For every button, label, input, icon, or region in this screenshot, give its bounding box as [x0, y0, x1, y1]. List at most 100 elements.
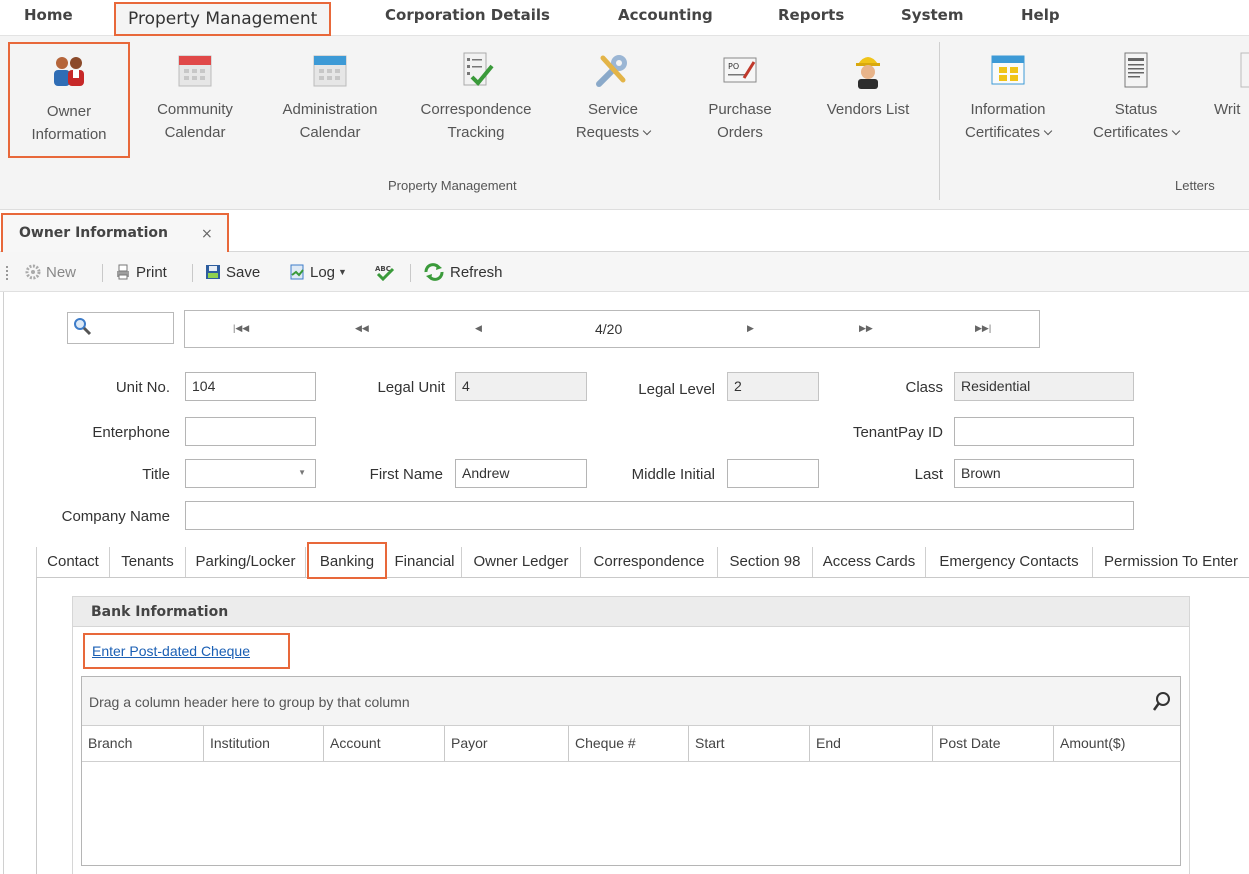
unit-no-field[interactable]: 104	[185, 372, 316, 401]
tab-parking-locker[interactable]: Parking/Locker	[186, 547, 306, 577]
tab-contact[interactable]: Contact	[36, 547, 110, 577]
menu-tab-system[interactable]: System	[901, 6, 963, 28]
menu-tab-property-management[interactable]: Property Management	[114, 2, 332, 36]
next-page-icon[interactable]: ▶▶	[859, 323, 873, 334]
spell-check-icon: ABC	[375, 265, 395, 281]
column-header-end[interactable]: End	[809, 726, 932, 761]
dropdown-arrow-icon: ▼	[338, 267, 347, 277]
save-button[interactable]: Save	[204, 262, 260, 282]
column-header-amount[interactable]: Amount($)	[1053, 726, 1180, 761]
middle-initial-label: Middle Initial	[631, 466, 715, 483]
company-name-label: Company Name	[61, 508, 170, 525]
new-button[interactable]: New	[24, 262, 76, 282]
log-icon	[290, 264, 304, 280]
previous-page-icon[interactable]: ◀◀	[355, 323, 369, 334]
correspondence-tracking-button[interactable]: Correspondence Tracking	[406, 42, 546, 158]
information-certificates-button[interactable]: Information Certificates	[952, 42, 1064, 158]
refresh-icon	[424, 263, 444, 281]
tab-tenants[interactable]: Tenants	[110, 547, 186, 577]
tab-emergency-contacts[interactable]: Emergency Contacts	[926, 547, 1093, 577]
document-tab-owner-information[interactable]: Owner Information ×	[1, 213, 229, 252]
tools-icon	[596, 55, 627, 87]
chevron-down-icon	[1043, 126, 1053, 136]
tab-section-98[interactable]: Section 98	[718, 547, 813, 577]
class-field: Residential	[954, 372, 1134, 401]
close-icon[interactable]: ×	[201, 226, 213, 242]
grid-body-empty[interactable]	[82, 763, 1180, 865]
svg-text:PO: PO	[728, 62, 739, 71]
spell-check-button[interactable]: ABC	[374, 262, 400, 282]
previous-record-icon[interactable]: ◀	[475, 323, 482, 334]
menu-tab-accounting[interactable]: Accounting	[618, 6, 713, 28]
toolbar: New Print Save Log ▼ ABC Refresh	[0, 252, 1249, 292]
enterphone-field[interactable]	[185, 417, 316, 446]
first-name-field[interactable]: Andrew	[455, 459, 587, 488]
last-name-label: Last	[914, 466, 943, 483]
column-header-start[interactable]: Start	[688, 726, 809, 761]
chevron-down-icon	[1171, 126, 1181, 136]
first-record-icon[interactable]: |◀◀	[233, 323, 249, 334]
unit-no-label: Unit No.	[115, 379, 170, 396]
legal-level-label: Legal Level	[638, 381, 715, 398]
tenantpay-id-field[interactable]	[954, 417, 1134, 446]
menu-bar: Home Property Management Corporation Det…	[0, 0, 1249, 36]
menu-tab-reports[interactable]: Reports	[778, 6, 844, 28]
ribbon-group-letters: Letters	[1175, 178, 1215, 193]
next-record-icon[interactable]: ▶	[747, 323, 754, 334]
tab-permission-to-enter[interactable]: Permission To Enter	[1093, 547, 1249, 577]
log-button[interactable]: Log ▼	[288, 262, 347, 282]
worker-icon	[856, 57, 880, 89]
column-header-post-date[interactable]: Post Date	[932, 726, 1053, 761]
class-label: Class	[905, 379, 943, 396]
purchase-orders-button[interactable]: PO Purchase Orders	[690, 42, 790, 158]
tab-owner-ledger[interactable]: Owner Ledger	[462, 547, 581, 577]
vendors-list-button[interactable]: Vendors List	[810, 42, 926, 158]
last-record-icon[interactable]: ▶▶|	[975, 323, 991, 334]
middle-initial-field[interactable]	[727, 459, 819, 488]
column-header-institution[interactable]: Institution	[203, 726, 323, 761]
checklist-icon	[463, 52, 494, 86]
tab-correspondence[interactable]: Correspondence	[581, 547, 718, 577]
enterphone-label: Enterphone	[92, 424, 170, 441]
column-header-account[interactable]: Account	[323, 726, 444, 761]
legal-level-field: 2	[727, 372, 819, 401]
menu-tab-corporation-details[interactable]: Corporation Details	[385, 6, 550, 28]
legal-unit-label: Legal Unit	[377, 379, 445, 396]
column-header-payor[interactable]: Payor	[444, 726, 568, 761]
save-icon	[206, 265, 220, 279]
tab-banking[interactable]: Banking	[307, 542, 387, 579]
administration-calendar-button[interactable]: Administration Calendar	[266, 42, 394, 158]
owner-information-button[interactable]: Owner Information	[8, 42, 130, 158]
refresh-button[interactable]: Refresh	[422, 262, 503, 282]
first-name-label: First Name	[369, 466, 443, 483]
status-certificates-button[interactable]: Status Certificates	[1080, 42, 1192, 158]
service-requests-button[interactable]: Service Requests	[560, 42, 666, 158]
print-button[interactable]: Print	[114, 262, 167, 282]
title-select[interactable]: ▼	[185, 459, 316, 488]
column-header-branch[interactable]: Branch	[82, 726, 203, 761]
toolbar-separator	[102, 264, 103, 282]
tab-financial[interactable]: Financial	[388, 547, 462, 577]
company-name-field[interactable]	[185, 501, 1134, 530]
column-header-cheque-number[interactable]: Cheque #	[568, 726, 688, 761]
tenantpay-id-label: TenantPay ID	[852, 424, 943, 441]
menu-tab-help[interactable]: Help	[1021, 6, 1060, 28]
title-label: Title	[142, 466, 170, 483]
chevron-down-icon[interactable]: ▼	[298, 468, 306, 477]
group-by-panel[interactable]: Drag a column header here to group by th…	[82, 677, 1180, 726]
enter-post-dated-cheque-link[interactable]: Enter Post-dated Cheque	[83, 633, 290, 669]
owner-people-icon	[54, 57, 84, 86]
tab-access-cards[interactable]: Access Cards	[813, 547, 926, 577]
community-calendar-button[interactable]: Community Calendar	[140, 42, 250, 158]
last-name-field[interactable]: Brown	[954, 459, 1134, 488]
ribbon: Owner Information Community Calendar Adm…	[0, 36, 1249, 210]
search-icon	[74, 318, 92, 336]
gear-icon	[25, 264, 41, 280]
search-icon[interactable]	[1152, 691, 1172, 713]
writ-button[interactable]: Writ	[1210, 42, 1249, 158]
record-navigator: |◀◀ ◀◀ ◀ 4/20 ▶ ▶▶ ▶▶|	[184, 310, 1040, 348]
menu-tab-home[interactable]: Home	[24, 6, 73, 28]
document-icon	[1124, 52, 1148, 88]
bank-information-header: Bank Information	[72, 596, 1190, 627]
record-search-box[interactable]	[67, 312, 174, 344]
